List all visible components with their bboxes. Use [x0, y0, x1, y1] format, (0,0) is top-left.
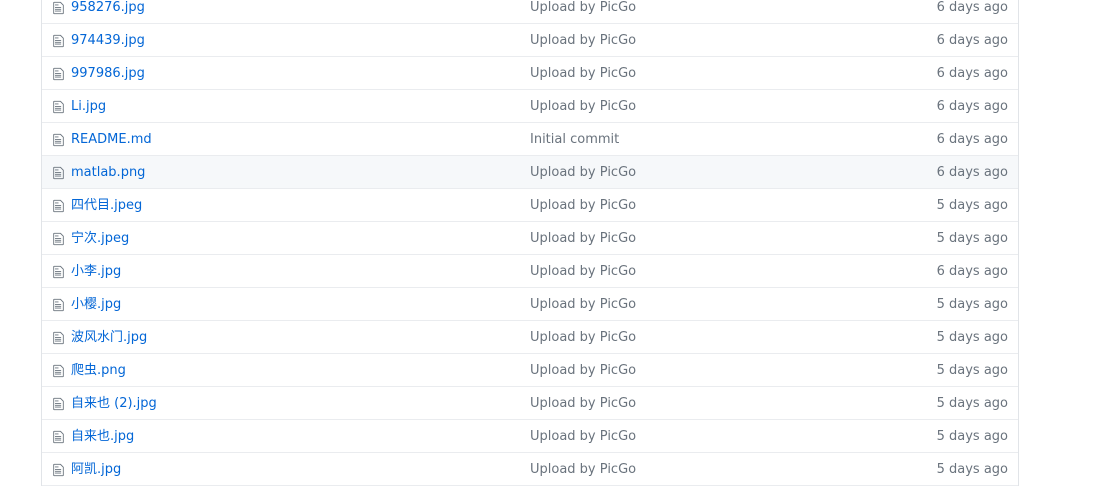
file-table: 958276.jpg Upload by PicGo 6 days ago 97…: [41, 0, 1019, 486]
file-icon: [53, 1, 64, 15]
commit-age: 5 days ago: [936, 297, 1008, 312]
file-row-hovered[interactable]: matlab.png Upload by PicGo 6 days ago: [42, 156, 1018, 189]
commit-age: 6 days ago: [936, 132, 1008, 147]
file-row[interactable]: 阿凯.jpg Upload by PicGo 5 days ago: [42, 453, 1018, 486]
file-row[interactable]: 974439.jpg Upload by PicGo 6 days ago: [42, 24, 1018, 57]
commit-message-link[interactable]: Upload by PicGo: [530, 24, 636, 57]
file-icon: [53, 430, 64, 444]
commit-message-link[interactable]: Initial commit: [530, 123, 619, 156]
file-row[interactable]: 小樱.jpg Upload by PicGo 5 days ago: [42, 288, 1018, 321]
file-icon: [53, 67, 64, 81]
commit-message-link[interactable]: Upload by PicGo: [530, 57, 636, 90]
commit-message-link[interactable]: Upload by PicGo: [530, 156, 636, 189]
commit-age: 5 days ago: [936, 198, 1008, 213]
file-name-link[interactable]: 974439.jpg: [71, 24, 145, 57]
file-name-link[interactable]: 四代目.jpeg: [71, 189, 142, 222]
file-name-link[interactable]: 小樱.jpg: [71, 288, 121, 321]
commit-message-link[interactable]: Upload by PicGo: [530, 0, 636, 24]
file-icon: [53, 463, 64, 477]
commit-message-link[interactable]: Upload by PicGo: [530, 90, 636, 123]
file-name-link[interactable]: 爬虫.png: [71, 354, 126, 387]
commit-age: 5 days ago: [936, 363, 1008, 378]
file-icon: [53, 166, 64, 180]
file-row[interactable]: Li.jpg Upload by PicGo 6 days ago: [42, 90, 1018, 123]
file-icon: [53, 364, 64, 378]
commit-age: 5 days ago: [936, 330, 1008, 345]
commit-message-link[interactable]: Upload by PicGo: [530, 189, 636, 222]
commit-message-link[interactable]: Upload by PicGo: [530, 453, 636, 486]
file-name-link[interactable]: 自来也.jpg: [71, 420, 134, 453]
file-icon: [53, 265, 64, 279]
commit-age: 5 days ago: [936, 462, 1008, 477]
commit-age: 5 days ago: [936, 396, 1008, 411]
file-row[interactable]: 958276.jpg Upload by PicGo 6 days ago: [42, 0, 1018, 24]
file-row[interactable]: 997986.jpg Upload by PicGo 6 days ago: [42, 57, 1018, 90]
file-row[interactable]: 四代目.jpeg Upload by PicGo 5 days ago: [42, 189, 1018, 222]
file-icon: [53, 100, 64, 114]
commit-age: 6 days ago: [936, 33, 1008, 48]
file-name-link[interactable]: 宁次.jpeg: [71, 222, 129, 255]
commit-age: 6 days ago: [936, 264, 1008, 279]
file-name-link[interactable]: 自来也 (2).jpg: [71, 387, 157, 420]
file-icon: [53, 232, 64, 246]
commit-age: 6 days ago: [936, 165, 1008, 180]
file-name-link[interactable]: README.md: [71, 123, 152, 156]
file-name-link[interactable]: 小李.jpg: [71, 255, 121, 288]
commit-message-link[interactable]: Upload by PicGo: [530, 255, 636, 288]
file-row[interactable]: 自来也 (2).jpg Upload by PicGo 5 days ago: [42, 387, 1018, 420]
file-name-link[interactable]: 波风水门.jpg: [71, 321, 147, 354]
commit-message-link[interactable]: Upload by PicGo: [530, 420, 636, 453]
file-row[interactable]: 自来也.jpg Upload by PicGo 5 days ago: [42, 420, 1018, 453]
file-name-link[interactable]: matlab.png: [71, 156, 145, 189]
file-icon: [53, 298, 64, 312]
commit-message-link[interactable]: Upload by PicGo: [530, 222, 636, 255]
commit-message-link[interactable]: Upload by PicGo: [530, 288, 636, 321]
file-row[interactable]: 爬虫.png Upload by PicGo 5 days ago: [42, 354, 1018, 387]
file-row[interactable]: README.md Initial commit 6 days ago: [42, 123, 1018, 156]
commit-message-link[interactable]: Upload by PicGo: [530, 321, 636, 354]
file-name-link[interactable]: Li.jpg: [71, 90, 106, 123]
file-name-link[interactable]: 997986.jpg: [71, 57, 145, 90]
commit-age: 6 days ago: [936, 0, 1008, 15]
file-row[interactable]: 宁次.jpeg Upload by PicGo 5 days ago: [42, 222, 1018, 255]
commit-age: 6 days ago: [936, 99, 1008, 114]
file-row[interactable]: 小李.jpg Upload by PicGo 6 days ago: [42, 255, 1018, 288]
file-icon: [53, 133, 64, 147]
file-icon: [53, 34, 64, 48]
file-icon: [53, 331, 64, 345]
file-name-link[interactable]: 阿凯.jpg: [71, 453, 121, 486]
file-icon: [53, 397, 64, 411]
commit-age: 5 days ago: [936, 231, 1008, 246]
file-name-link[interactable]: 958276.jpg: [71, 0, 145, 24]
file-icon: [53, 199, 64, 213]
commit-age: 5 days ago: [936, 429, 1008, 444]
commit-age: 6 days ago: [936, 66, 1008, 81]
file-row[interactable]: 波风水门.jpg Upload by PicGo 5 days ago: [42, 321, 1018, 354]
commit-message-link[interactable]: Upload by PicGo: [530, 387, 636, 420]
commit-message-link[interactable]: Upload by PicGo: [530, 354, 636, 387]
